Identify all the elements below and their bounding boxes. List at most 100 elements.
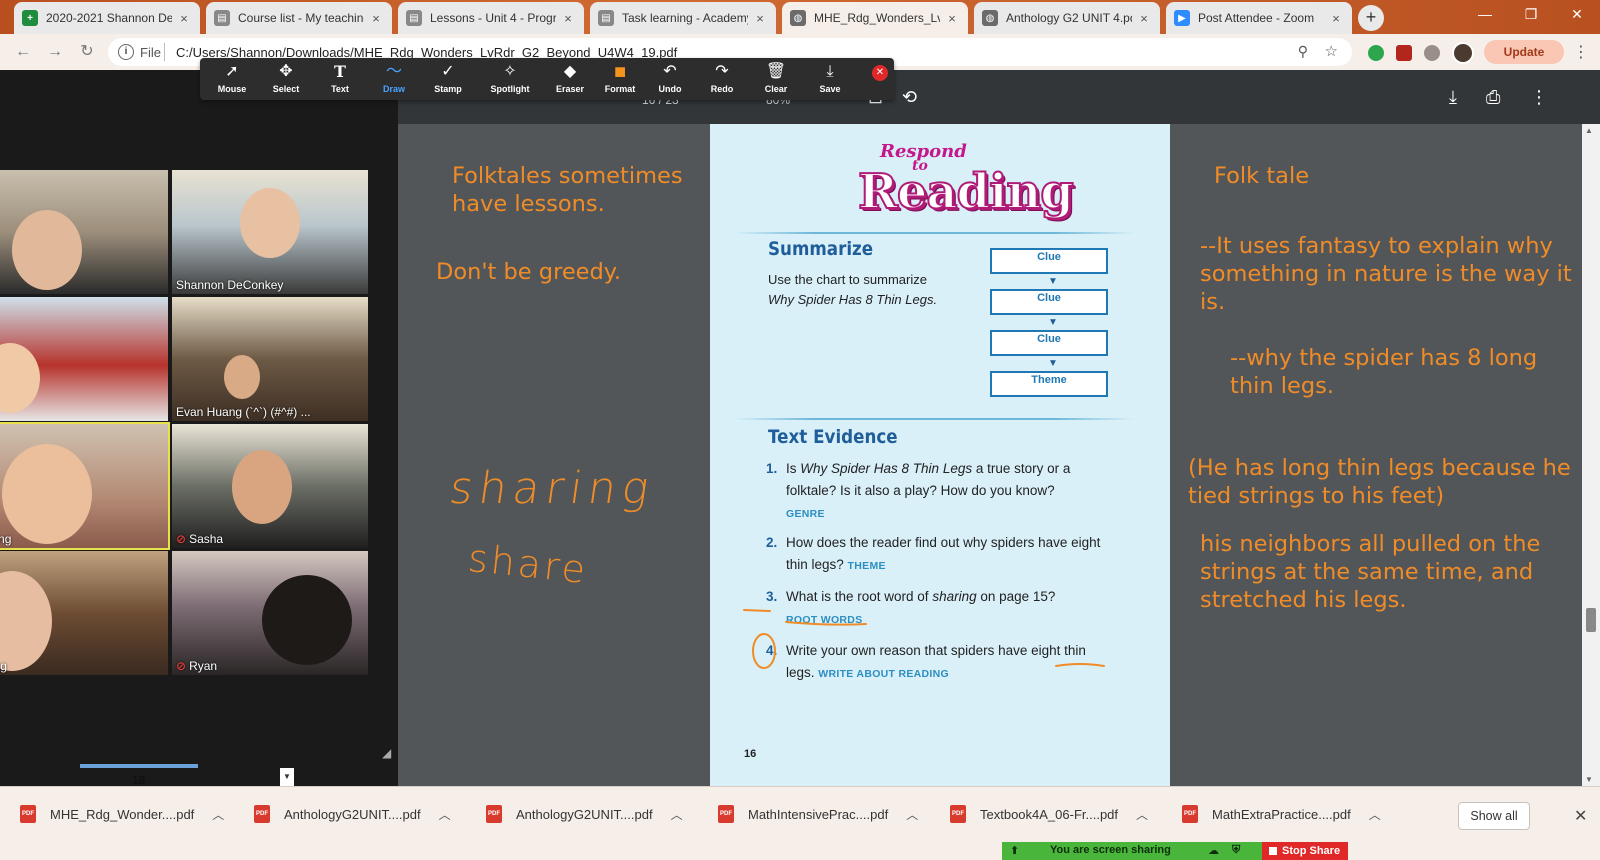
browser-tab[interactable]: ▤ Lessons - Unit 4 - Progra × xyxy=(398,2,584,34)
browser-tab[interactable]: ▶ Post Attendee - Zoom × xyxy=(1166,2,1352,34)
summarize-text-title: Why Spider Has 8 Thin Legs. xyxy=(768,292,938,307)
gallery-scroll-down-icon[interactable]: ▼ xyxy=(280,768,294,786)
chart-arrow-icon: ▼ xyxy=(1048,317,1058,328)
browser-tab[interactable]: ▤ Task learning - Academy × xyxy=(590,2,776,34)
site-info-icon[interactable]: i xyxy=(118,44,134,60)
rotate-icon[interactable]: ⟲ xyxy=(902,87,917,108)
download-item[interactable]: PDF MathIntensivePrac....pdf ︿ xyxy=(718,800,918,828)
chevron-up-icon[interactable]: ︿ xyxy=(439,806,451,823)
tool-save[interactable]: ⤓ Save xyxy=(802,62,858,94)
extensions-puzzle-icon[interactable] xyxy=(1424,45,1440,61)
tool-undo[interactable]: ↶ Undo xyxy=(642,62,698,94)
tab-close-icon[interactable]: × xyxy=(944,11,960,26)
tool-draw[interactable]: 〜 Draw xyxy=(366,62,422,94)
pdf-more-icon[interactable]: ⋮ xyxy=(1530,87,1548,108)
chevron-up-icon[interactable]: ︿ xyxy=(1136,806,1148,823)
download-item[interactable]: PDF AnthologyG2UNIT....pdf ︿ xyxy=(254,800,451,828)
globe-icon: ◍ xyxy=(790,10,806,26)
browser-tab[interactable]: +2020-2021 Shannon De × xyxy=(14,2,200,34)
participant-video-tile[interactable]: en li xyxy=(0,297,168,421)
annotation-folk-tale[interactable]: Folk tale xyxy=(1214,162,1514,190)
squiggle-pen-icon: 〜 xyxy=(385,63,402,80)
tool-clear[interactable]: 🗑 Clear xyxy=(748,62,804,94)
summary-chart-box: Theme xyxy=(990,371,1108,397)
tool-text[interactable]: T Text xyxy=(312,62,368,94)
annotation-dont-be-greedy[interactable]: Don't be greedy. xyxy=(436,258,696,286)
participant-video-tile[interactable]: Evan Huang (`^`) (#^#) ... xyxy=(172,297,368,421)
tab-close-icon[interactable]: × xyxy=(560,11,576,26)
tab-close-icon[interactable]: × xyxy=(1136,11,1152,26)
tool-mouse[interactable]: ➚ Mouse xyxy=(204,62,260,94)
annotation-fantasy-explain[interactable]: --It uses fantasy to explain why somethi… xyxy=(1200,232,1578,316)
download-item[interactable]: PDF MHE_Rdg_Wonder....pdf ︿ xyxy=(20,800,224,828)
question-body: Is Why Spider Has 8 Thin Legs a true sto… xyxy=(786,458,1111,525)
tool-format[interactable]: ■ Format xyxy=(592,62,648,94)
participant-video-tile[interactable]: a xyxy=(0,170,168,294)
summary-chart-box: Clue xyxy=(990,330,1108,356)
participant-name: Wang xyxy=(0,659,7,673)
participant-video-tile[interactable]: Huang xyxy=(0,422,170,550)
download-item[interactable]: PDF Textbook4A_06-Fr....pdf ︿ xyxy=(950,800,1148,828)
download-item[interactable]: PDF MathExtraPractice....pdf ︿ xyxy=(1182,800,1381,828)
chart-arrow-icon: ▼ xyxy=(1048,276,1058,287)
participant-video-tile[interactable]: ⊘ Sasha xyxy=(172,424,368,548)
participant-video-tile[interactable]: Wang xyxy=(0,551,168,675)
back-arrow-icon[interactable]: ← xyxy=(12,42,34,64)
participant-video-tile[interactable]: Shannon DeConkey xyxy=(172,170,368,294)
reload-icon[interactable]: ↻ xyxy=(76,42,98,64)
handwritten-sharing[interactable]: sharing xyxy=(446,463,658,514)
participant-video-tile[interactable]: ⊘ Ryan xyxy=(172,551,368,675)
stop-share-button[interactable]: Stop Share xyxy=(1262,842,1348,860)
chevron-up-icon[interactable]: ︿ xyxy=(1369,806,1381,823)
window-close-icon[interactable]: ✕ xyxy=(1554,0,1600,30)
annotation-neighbors-pulled[interactable]: his neighbors all pulled on the strings … xyxy=(1200,530,1578,614)
resize-grip-icon[interactable]: ◢ xyxy=(382,746,391,760)
tool-label: Clear xyxy=(764,84,788,94)
minimize-icon[interactable]: — xyxy=(1462,0,1508,30)
close-annotation-icon[interactable]: ✕ xyxy=(872,65,888,81)
tool-eraser[interactable]: ◆ Eraser xyxy=(542,62,598,94)
question-body: Write your own reason that spiders have … xyxy=(786,640,1111,685)
restore-icon[interactable]: ❐ xyxy=(1508,0,1554,30)
scroll-down-icon[interactable]: ▼ xyxy=(1585,775,1593,784)
annotation-spider-legs[interactable]: --why the spider has 8 long thin legs. xyxy=(1230,344,1560,400)
tab-close-icon[interactable]: × xyxy=(1328,11,1344,26)
question-text: How does the reader find out why spiders… xyxy=(786,535,1101,572)
pdf-scrollbar-thumb[interactable] xyxy=(1586,608,1596,632)
participant-name-label: Shannon DeConkey xyxy=(176,278,283,292)
tab-close-icon[interactable]: × xyxy=(368,11,384,26)
tool-redo[interactable]: ↷ Redo xyxy=(694,62,750,94)
participant-name-label: Evan Huang (`^`) (#^#) ... xyxy=(176,405,311,419)
chevron-up-icon[interactable]: ︿ xyxy=(671,806,683,823)
tab-close-icon[interactable]: × xyxy=(176,11,192,26)
new-tab-button[interactable]: + xyxy=(1358,5,1384,31)
browser-tab[interactable]: ▤ Course list - My teaching × xyxy=(206,2,392,34)
chevron-up-icon[interactable]: ︿ xyxy=(212,806,224,823)
download-item[interactable]: PDF AnthologyG2UNIT....pdf ︿ xyxy=(486,800,683,828)
forward-arrow-icon[interactable]: → xyxy=(44,42,66,64)
extension-green-icon[interactable] xyxy=(1368,45,1384,61)
show-all-downloads-button[interactable]: Show all xyxy=(1458,802,1530,830)
pdf-print-icon[interactable]: ⎙ xyxy=(1486,87,1500,108)
omnibox-divider xyxy=(164,43,165,61)
pdf-scrollbar[interactable]: ▲ ▼ xyxy=(1582,124,1600,786)
annotation-tied-strings[interactable]: (He has long thin legs because he tied s… xyxy=(1188,454,1578,510)
update-chrome-button[interactable]: Update xyxy=(1484,40,1564,64)
gallery-pager-bar[interactable] xyxy=(80,764,198,768)
browser-tab[interactable]: ◍ MHE_Rdg_Wonders_LvRd × xyxy=(782,2,968,34)
tab-close-icon[interactable]: × xyxy=(752,11,768,26)
browser-tab[interactable]: ◍ Anthology G2 UNIT 4.pd × xyxy=(974,2,1160,34)
scroll-up-icon[interactable]: ▲ xyxy=(1585,126,1593,135)
profile-avatar[interactable] xyxy=(1452,42,1474,64)
pdf-download-icon[interactable]: ⤓ xyxy=(1449,87,1457,108)
tool-spotlight[interactable]: ✧ Spotlight xyxy=(482,62,538,94)
ublock-icon[interactable] xyxy=(1396,45,1412,61)
tool-select[interactable]: ✥ Select xyxy=(258,62,314,94)
zoom-magnifier-icon[interactable]: ⚲ xyxy=(1298,43,1308,60)
chrome-menu-icon[interactable]: ⋮ xyxy=(1573,42,1589,62)
annotation-folktales-lessons[interactable]: Folktales sometimes have lessons. xyxy=(452,162,712,218)
tool-stamp[interactable]: ✓ Stamp xyxy=(420,62,476,94)
close-downloads-icon[interactable]: ✕ xyxy=(1574,806,1587,826)
chevron-up-icon[interactable]: ︿ xyxy=(906,806,918,823)
bookmark-star-icon[interactable]: ☆ xyxy=(1325,42,1338,60)
